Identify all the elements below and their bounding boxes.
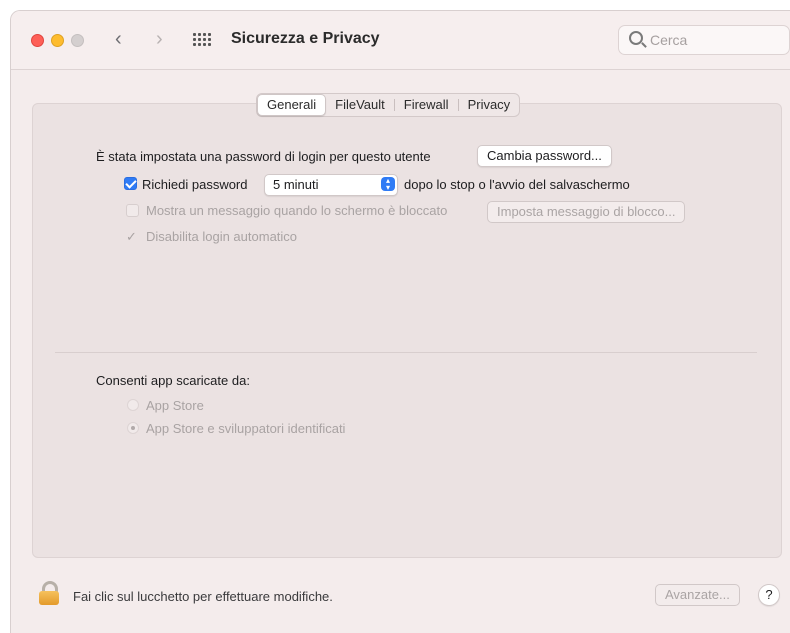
require-password-checkbox[interactable] xyxy=(124,177,137,190)
zoom-window-button[interactable] xyxy=(71,34,84,47)
content-panel xyxy=(32,103,782,558)
checkmark-icon[interactable]: ✓ xyxy=(126,229,137,245)
show-all-grid-icon[interactable] xyxy=(193,33,211,47)
search-field[interactable]: Cerca xyxy=(618,25,790,55)
set-lock-message-button[interactable]: Imposta messaggio di blocco... xyxy=(487,201,686,223)
lock-icon[interactable] xyxy=(39,581,59,605)
show-message-checkbox[interactable] xyxy=(126,204,139,217)
disable-auto-login-label: Disabilita login automatico xyxy=(146,229,298,244)
chevron-updown-icon: ▴ ▾ xyxy=(381,177,395,192)
section-divider xyxy=(55,352,757,353)
tab-privacy[interactable]: Privacy xyxy=(459,94,520,116)
require-password-label: Richiedi password xyxy=(142,177,248,192)
help-button[interactable]: ? xyxy=(758,584,780,606)
tab-bar: Generali FileVault Firewall Privacy xyxy=(256,93,521,117)
radio-app-store-identified-label: App Store e sviluppatori identificati xyxy=(146,421,346,436)
radio-app-store[interactable] xyxy=(127,399,139,411)
close-window-button[interactable] xyxy=(31,34,44,47)
preferences-window: ‹ › Sicurezza e Privacy Cerca Generali F… xyxy=(10,10,790,633)
search-icon xyxy=(629,31,643,45)
minimize-window-button[interactable] xyxy=(51,34,64,47)
radio-app-store-label: App Store xyxy=(146,398,204,413)
show-message-label: Mostra un messaggio quando lo schermo è … xyxy=(146,203,448,218)
advanced-button[interactable]: Avanzate... xyxy=(655,584,740,606)
downloads-heading: Consenti app scaricate da: xyxy=(96,373,250,388)
search-placeholder: Cerca xyxy=(650,32,688,48)
tab-generali[interactable]: Generali xyxy=(257,94,327,116)
tab-firewall[interactable]: Firewall xyxy=(395,94,458,116)
forward-icon[interactable]: › xyxy=(156,27,163,51)
back-icon[interactable]: ‹ xyxy=(115,27,122,51)
require-password-delay-select[interactable]: 5 minuti ▴ ▾ xyxy=(264,174,398,196)
change-password-button[interactable]: Cambia password... xyxy=(477,145,612,167)
select-value: 5 minuti xyxy=(273,177,319,192)
tab-filevault[interactable]: FileVault xyxy=(326,94,394,116)
title-bar: ‹ › Sicurezza e Privacy Cerca xyxy=(11,11,790,70)
lock-instruction-text: Fai clic sul lucchetto per effettuare mo… xyxy=(73,589,333,604)
password-set-text: È stata impostata una password di login … xyxy=(96,149,431,164)
window-title: Sicurezza e Privacy xyxy=(231,30,380,47)
require-password-suffix: dopo lo stop o l'avvio del salvaschermo xyxy=(404,177,630,192)
radio-app-store-identified[interactable] xyxy=(127,422,139,434)
